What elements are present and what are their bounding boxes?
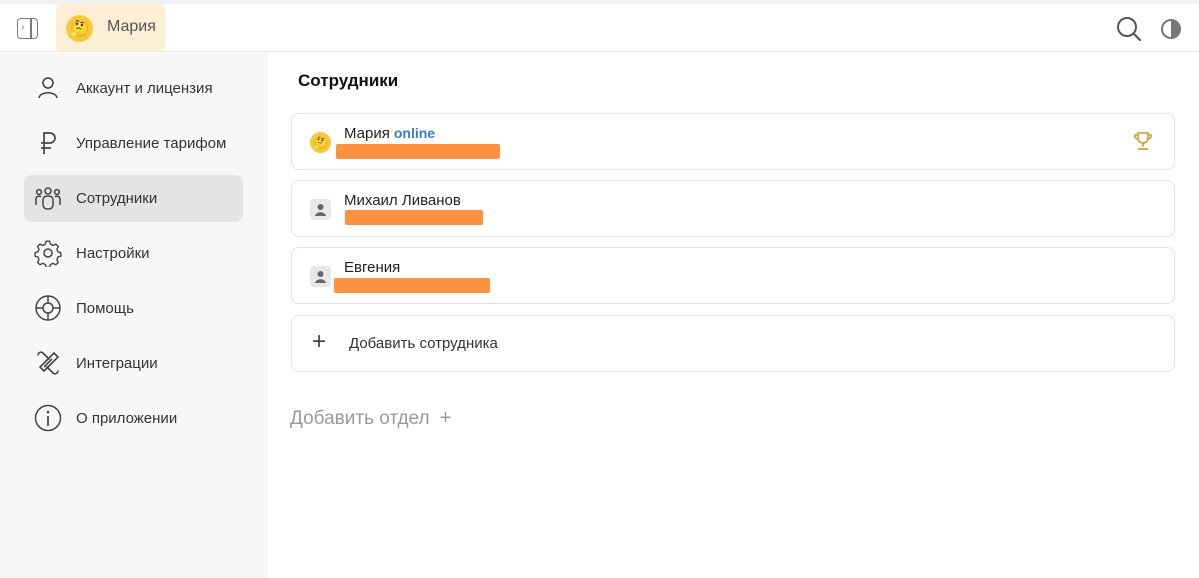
add-department-label: Добавить отдел [290, 408, 430, 429]
sidebar-item-help[interactable]: Помощь [24, 285, 243, 332]
user-avatar: 🤔 [66, 15, 93, 42]
employee-name: Мария online [344, 125, 436, 142]
lifebuoy-icon [35, 295, 61, 321]
gear-icon [34, 240, 62, 267]
redacted-email [345, 210, 483, 225]
redacted-email [336, 144, 500, 159]
sidebar-item-tariff[interactable]: Управление тарифом [24, 120, 243, 167]
link-icon [37, 351, 60, 375]
sidebar: Аккаунт и лицензия Управление тарифом Со… [0, 53, 268, 578]
person-icon [310, 199, 331, 220]
team-icon [35, 187, 61, 210]
employee-avatar: 🤔 [310, 132, 331, 153]
sidebar-item-label: Аккаунт и лицензия [76, 80, 213, 97]
employee-name: Евгения [344, 259, 401, 276]
sidebar-item-integrations[interactable]: Интеграции [24, 340, 243, 387]
sidebar-item-label: Интеграции [76, 355, 158, 372]
top-bar: › 🤔 Мария [0, 0, 1199, 52]
user-name: Мария [107, 18, 156, 35]
sidebar-item-label: О приложении [76, 410, 178, 427]
search-icon[interactable] [1116, 16, 1142, 42]
trophy-icon [1134, 132, 1152, 150]
add-department-button[interactable]: Добавить отдел + [290, 407, 451, 430]
page-title: Сотрудники [298, 71, 399, 90]
online-status: online [393, 125, 436, 141]
sidebar-item-label: Управление тарифом [76, 135, 227, 152]
redacted-email [334, 278, 490, 293]
sidebar-item-label: Настройки [76, 245, 150, 262]
sidebar-item-about[interactable]: О приложении [24, 395, 243, 442]
sidebar-item-label: Сотрудники [76, 190, 158, 207]
sidebar-item-settings[interactable]: Настройки [24, 230, 243, 277]
user-icon [38, 77, 58, 99]
ruble-icon [41, 132, 56, 154]
current-user-chip[interactable]: 🤔 Мария [56, 4, 165, 52]
sidebar-item-employees[interactable]: Сотрудники [24, 175, 243, 222]
employee-card[interactable]: Михаил Ливанов [291, 180, 1175, 237]
add-employee-button[interactable]: + Добавить сотрудника [291, 315, 1175, 372]
add-employee-label: Добавить сотрудника [349, 335, 498, 352]
info-icon [34, 404, 62, 432]
plus-icon: + [439, 407, 452, 429]
sidebar-toggle-icon[interactable]: › [17, 18, 38, 39]
employee-card[interactable]: Евгения [291, 247, 1175, 304]
main-content: Сотрудники 🤔 Мария online Михаил Ливанов … [268, 53, 1199, 578]
theme-toggle-icon[interactable] [1160, 18, 1182, 40]
person-icon [310, 266, 331, 287]
plus-icon: + [312, 328, 327, 355]
employee-name: Михаил Ливанов [344, 192, 461, 209]
sidebar-item-label: Помощь [76, 300, 134, 317]
employee-card[interactable]: 🤔 Мария online [291, 113, 1175, 170]
sidebar-item-account[interactable]: Аккаунт и лицензия [24, 65, 243, 112]
